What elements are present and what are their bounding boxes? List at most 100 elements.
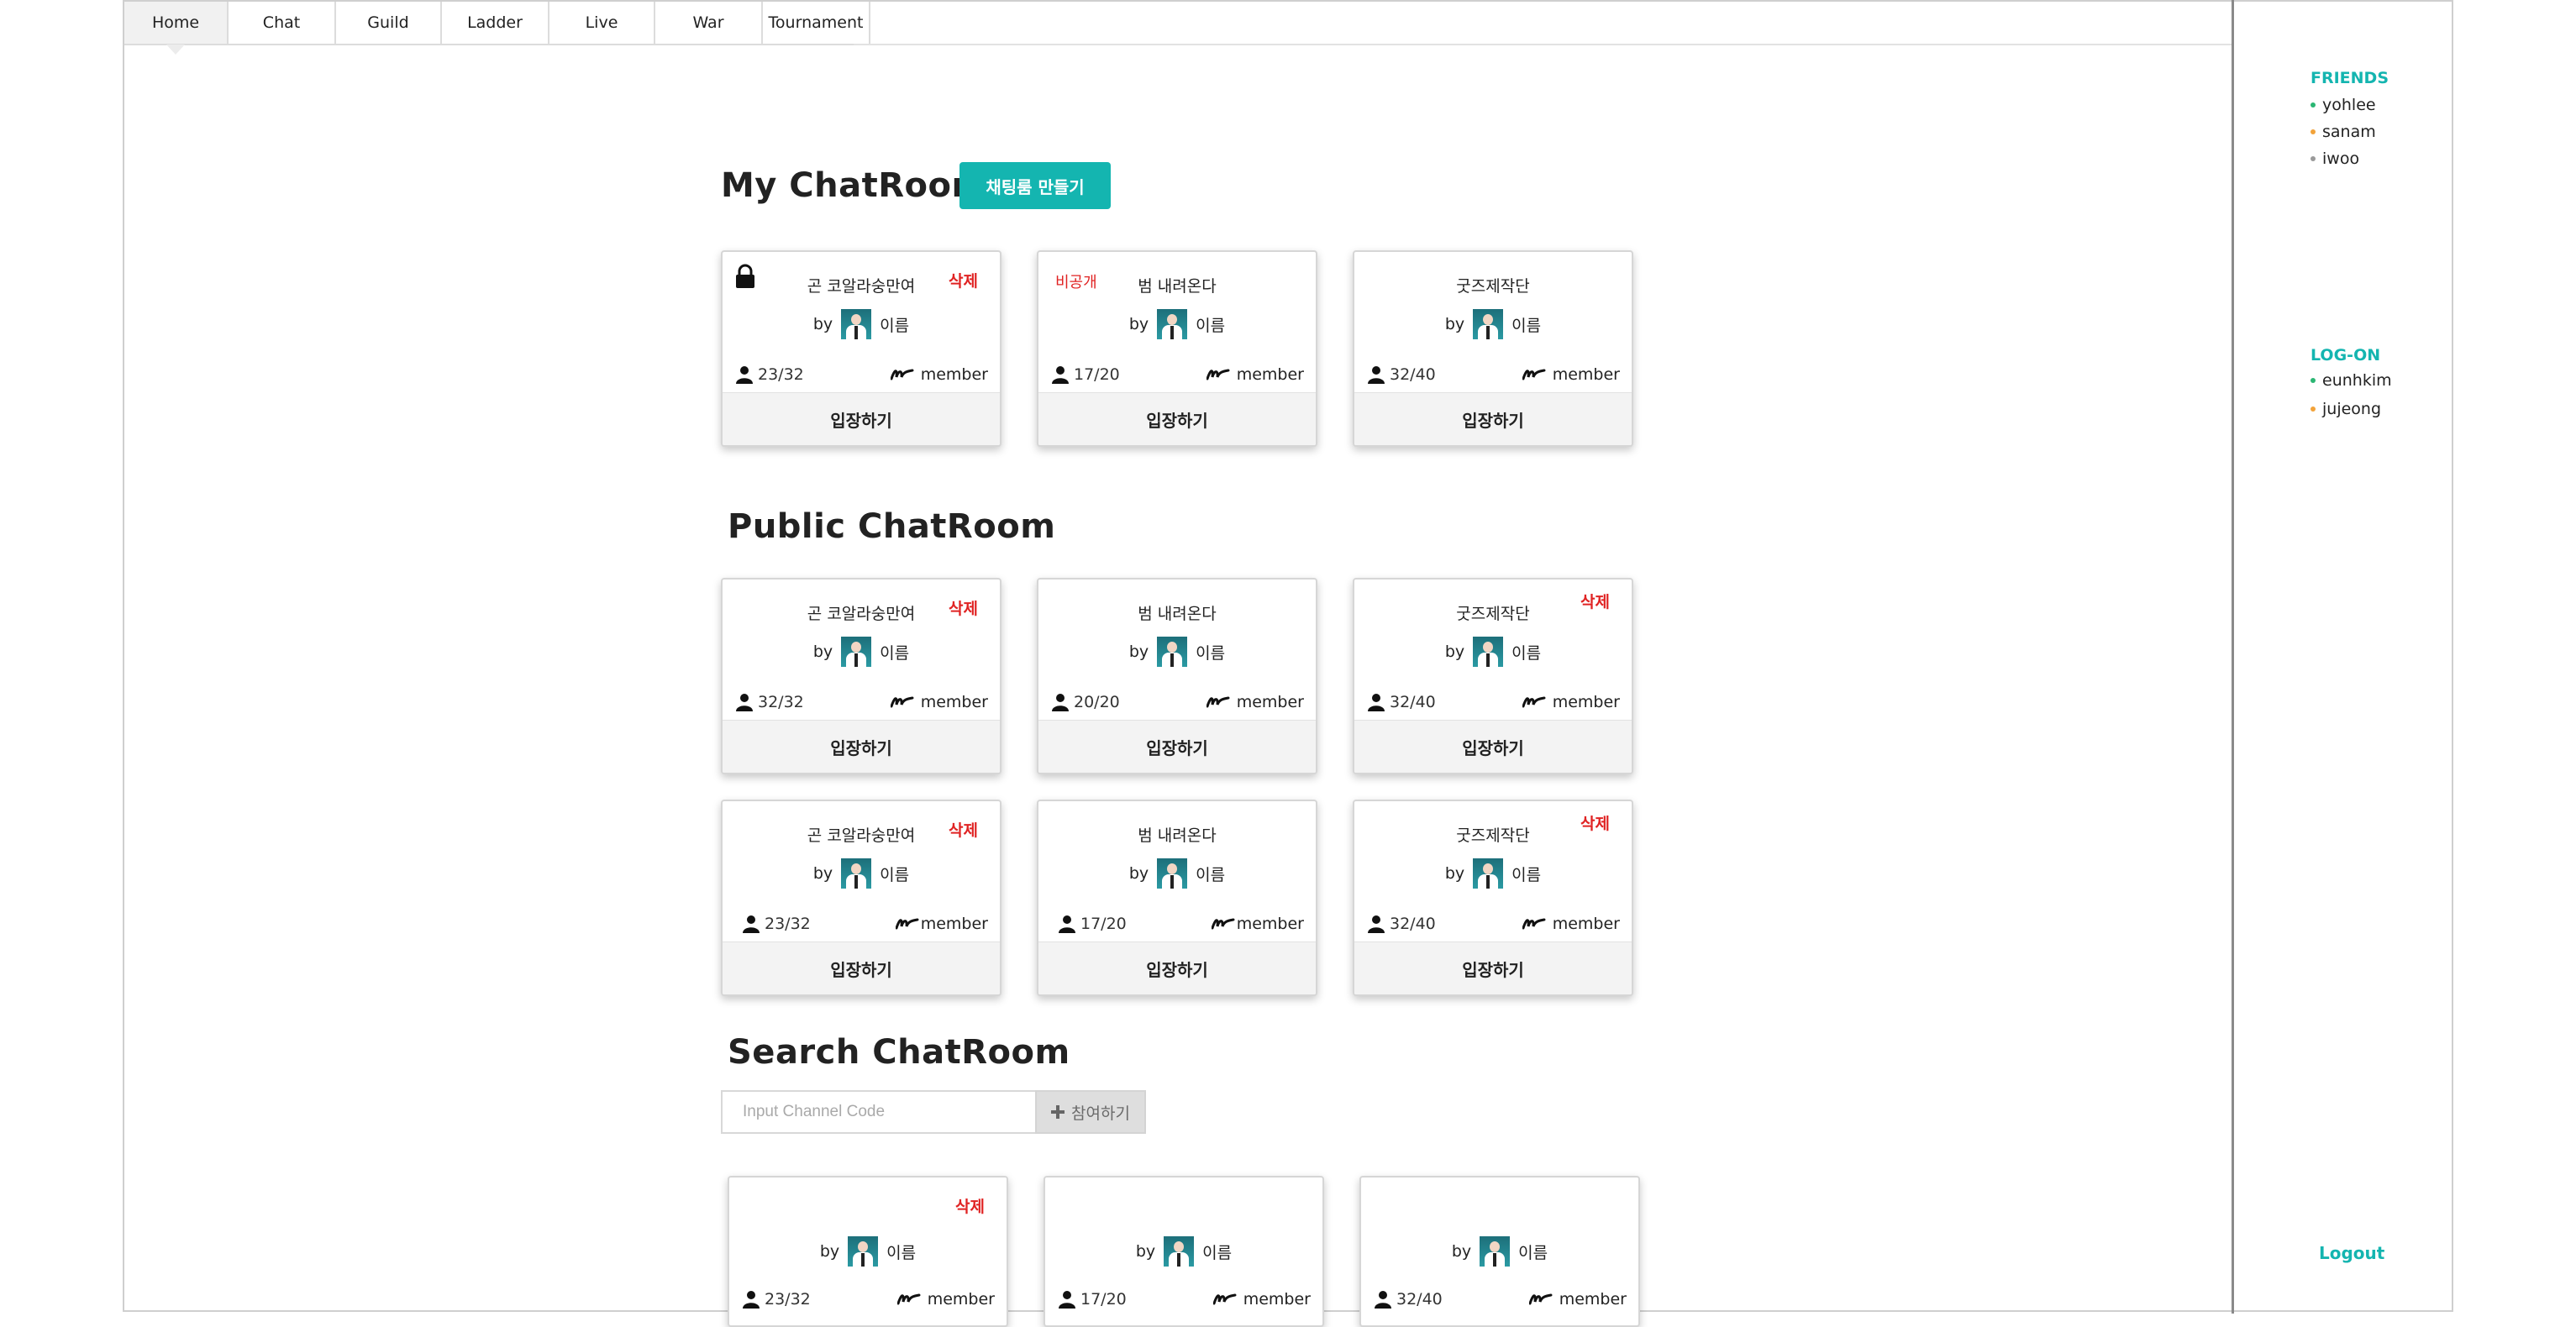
member-tag: member bbox=[1522, 365, 1620, 384]
participant-count: 32/32 bbox=[736, 693, 804, 711]
public-room-card: 곤 코알라숭만여 삭제 by 이름 23/32 member 입장하기 bbox=[721, 800, 1001, 996]
by-label: by bbox=[812, 315, 833, 333]
person-icon bbox=[1059, 915, 1075, 933]
delete-button[interactable]: 삭제 bbox=[955, 1194, 985, 1217]
enter-button[interactable]: 입장하기 bbox=[1354, 720, 1632, 773]
person-icon bbox=[1059, 1291, 1075, 1309]
member-tag: member bbox=[890, 693, 988, 711]
signature-icon bbox=[1206, 696, 1230, 708]
avatar bbox=[1473, 637, 1504, 667]
join-button[interactable]: 참여하기 bbox=[1035, 1090, 1146, 1134]
delete-button[interactable]: 삭제 bbox=[949, 269, 978, 291]
logon-user-item[interactable]: jujeong bbox=[2311, 400, 2381, 418]
avatar bbox=[1164, 1236, 1195, 1267]
owner-name: 이름 bbox=[1511, 865, 1542, 884]
enter-button[interactable]: 입장하기 bbox=[1038, 392, 1316, 445]
by-label: by bbox=[819, 1242, 840, 1261]
enter-button[interactable]: 입장하기 bbox=[723, 941, 1000, 994]
signature-icon bbox=[1206, 369, 1230, 380]
owner-name: 이름 bbox=[880, 865, 910, 884]
my-chatroom-title: My ChatRoom bbox=[721, 166, 987, 205]
avatar bbox=[1480, 1236, 1511, 1267]
tab-chat[interactable]: Chat bbox=[229, 2, 336, 45]
signature-icon bbox=[896, 1293, 921, 1305]
avatar bbox=[1157, 637, 1188, 667]
owner-row: by 이름 bbox=[1361, 1236, 1638, 1267]
owner-row: by 이름 bbox=[1045, 1236, 1322, 1267]
member-tag: member bbox=[1211, 915, 1304, 933]
person-icon bbox=[743, 915, 760, 933]
member-tag: member bbox=[896, 1290, 995, 1309]
delete-button[interactable]: 삭제 bbox=[949, 596, 978, 619]
member-tag: member bbox=[1522, 915, 1620, 933]
by-label: by bbox=[1444, 643, 1465, 661]
enter-button[interactable]: 입장하기 bbox=[1354, 392, 1632, 445]
public-room-card: 굿즈제작단 삭제 by 이름 32/40 member 입장하기 bbox=[1353, 578, 1633, 774]
person-icon bbox=[743, 1291, 760, 1309]
signature-icon bbox=[1522, 696, 1546, 708]
friend-item[interactable]: yohlee bbox=[2311, 96, 2376, 114]
tab-tournament[interactable]: Tournament bbox=[763, 2, 870, 45]
avatar bbox=[1473, 858, 1504, 889]
sidebar-divider bbox=[2232, 0, 2234, 1314]
enter-button[interactable]: 입장하기 bbox=[1038, 941, 1316, 994]
search-chatroom-title: Search ChatRoom bbox=[728, 1033, 1070, 1072]
search-room-card: by 이름 17/20 member bbox=[1044, 1176, 1324, 1327]
owner-name: 이름 bbox=[1511, 643, 1542, 663]
nav-underline bbox=[854, 44, 2232, 45]
signature-icon bbox=[1522, 918, 1546, 930]
member-tag: member bbox=[1206, 693, 1304, 711]
public-room-card: 범 내려온다 by 이름 20/20 member 입장하기 bbox=[1037, 578, 1317, 774]
create-chatroom-button[interactable]: 채팅룸 만들기 bbox=[959, 162, 1111, 209]
logon-user-item[interactable]: eunhkim bbox=[2311, 371, 2392, 390]
tab-war[interactable]: War bbox=[655, 2, 763, 45]
search-room-card: by 이름 32/40 member bbox=[1359, 1176, 1640, 1327]
participant-count: 23/32 bbox=[743, 1290, 811, 1309]
owner-name: 이름 bbox=[1196, 316, 1226, 335]
owner-row: by 이름 bbox=[1354, 637, 1632, 667]
search-room-card: 삭제 by 이름 23/32 member bbox=[728, 1176, 1008, 1327]
channel-code-input[interactable] bbox=[721, 1090, 1035, 1134]
participant-count: 32/40 bbox=[1368, 693, 1436, 711]
logout-button[interactable]: Logout bbox=[2319, 1243, 2384, 1263]
tab-home[interactable]: Home bbox=[124, 2, 229, 45]
friend-item[interactable]: sanam bbox=[2311, 123, 2376, 141]
by-label: by bbox=[1451, 1242, 1472, 1261]
participant-count: 20/20 bbox=[1052, 693, 1120, 711]
status-dot bbox=[2311, 102, 2316, 108]
owner-name: 이름 bbox=[1196, 643, 1226, 663]
owner-name: 이름 bbox=[1202, 1243, 1233, 1262]
participant-count: 23/32 bbox=[736, 365, 804, 384]
enter-button[interactable]: 입장하기 bbox=[723, 392, 1000, 445]
owner-name: 이름 bbox=[880, 643, 910, 663]
public-chatroom-title: Public ChatRoom bbox=[728, 507, 1056, 546]
plus-icon bbox=[1051, 1105, 1065, 1119]
delete-button[interactable]: 삭제 bbox=[1580, 590, 1610, 612]
owner-name: 이름 bbox=[1196, 865, 1226, 884]
delete-button[interactable]: 삭제 bbox=[949, 818, 978, 841]
signature-icon bbox=[890, 369, 914, 380]
signature-icon bbox=[895, 918, 919, 930]
by-label: by bbox=[1128, 315, 1149, 333]
member-tag: member bbox=[1212, 1290, 1311, 1309]
enter-button[interactable]: 입장하기 bbox=[1354, 941, 1632, 994]
owner-row: by 이름 bbox=[1038, 637, 1316, 667]
by-label: by bbox=[812, 864, 833, 883]
friend-item[interactable]: iwoo bbox=[2311, 149, 2359, 168]
owner-row: by 이름 bbox=[1354, 309, 1632, 339]
participant-count: 32/40 bbox=[1375, 1290, 1443, 1309]
member-tag: member bbox=[1206, 365, 1304, 384]
owner-row: by 이름 bbox=[1038, 309, 1316, 339]
owner-name: 이름 bbox=[886, 1243, 917, 1262]
my-room-card: 곤 코알라숭만여 삭제 by 이름 23/32 member 입장하기 bbox=[721, 250, 1001, 447]
avatar bbox=[1157, 309, 1188, 339]
enter-button[interactable]: 입장하기 bbox=[723, 720, 1000, 773]
tab-ladder[interactable]: Ladder bbox=[442, 2, 549, 45]
status-dot bbox=[2311, 129, 2316, 134]
tab-live[interactable]: Live bbox=[549, 2, 655, 45]
owner-row: by 이름 bbox=[723, 637, 1000, 667]
tab-guild[interactable]: Guild bbox=[336, 2, 442, 45]
delete-button[interactable]: 삭제 bbox=[1580, 811, 1610, 834]
member-tag: member bbox=[1528, 1290, 1627, 1309]
enter-button[interactable]: 입장하기 bbox=[1038, 720, 1316, 773]
